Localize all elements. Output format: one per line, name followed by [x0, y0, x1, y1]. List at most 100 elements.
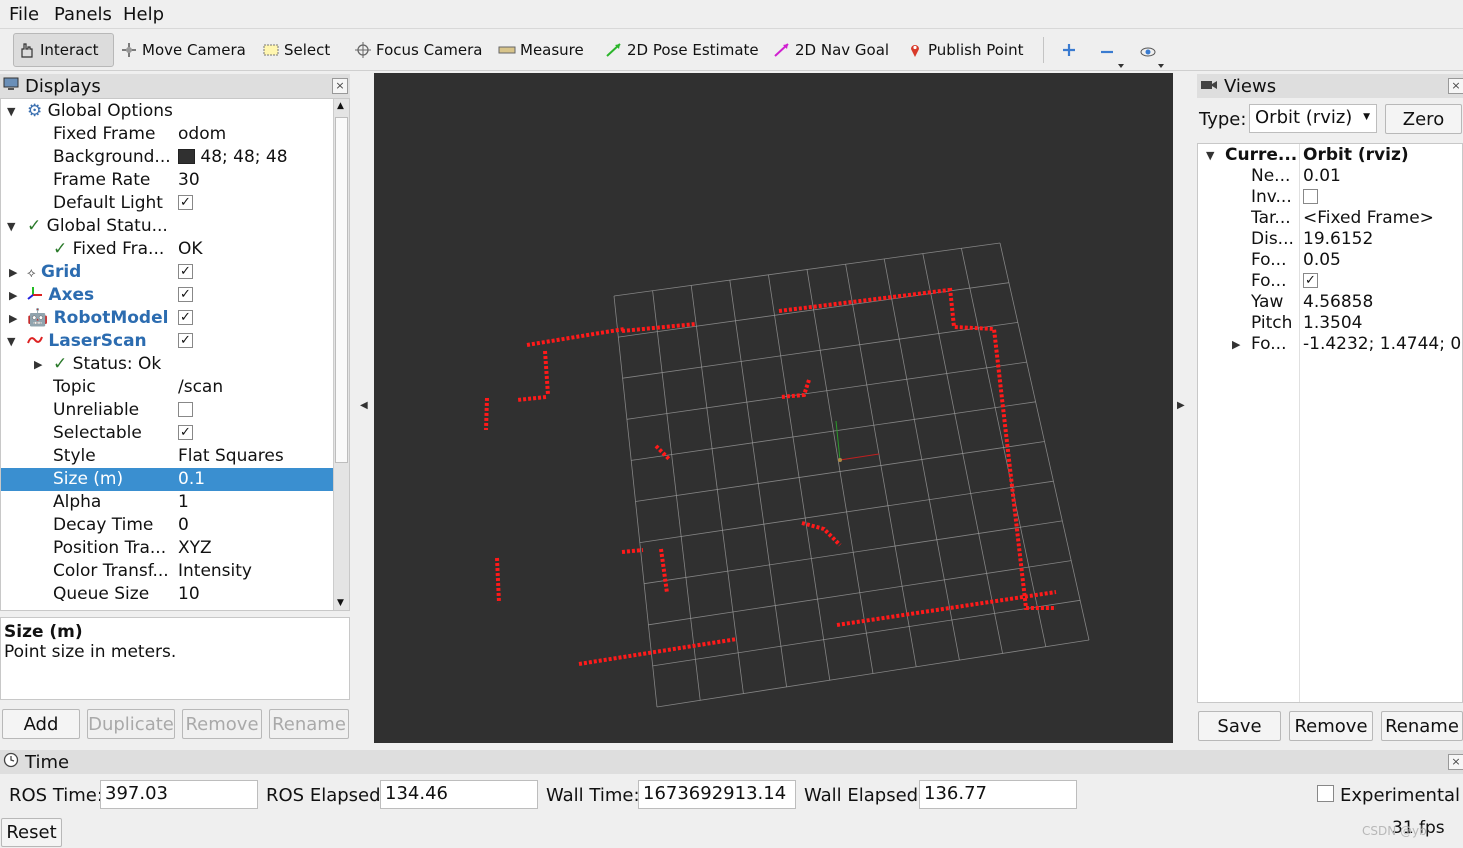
tree-row-axes[interactable]: ▶ Axes ✓	[1, 284, 334, 307]
view-row-focal-shape-size[interactable]: Fo... 0.05	[1198, 250, 1462, 271]
tree-row-decay-time[interactable]: Decay Time 0	[1, 514, 334, 537]
decay-time-value[interactable]: 0	[178, 514, 333, 537]
background-value[interactable]: 48; 48; 48	[178, 146, 333, 169]
ros-time-field[interactable]: 397.03	[100, 780, 258, 809]
menu-file[interactable]: File	[9, 4, 39, 25]
expand-arrow-icon[interactable]: ▼	[1206, 145, 1214, 166]
duplicate-display-button[interactable]: Duplicate	[87, 709, 175, 739]
tree-row-global-status[interactable]: ▼ ✓ Global Statu...	[1, 215, 334, 238]
view-row-yaw[interactable]: Yaw 4.56858	[1198, 292, 1462, 313]
tree-row-fixed-frame[interactable]: Fixed Frame odom	[1, 123, 334, 146]
view-row-invert-z[interactable]: Inv...	[1198, 187, 1462, 208]
remove-view-button[interactable]: Remove	[1289, 711, 1373, 741]
grid-checkbox[interactable]: ✓	[178, 263, 193, 279]
tree-row-grid[interactable]: ▶ ⟡ Grid ✓	[1, 261, 334, 284]
fixed-frame-value[interactable]: odom	[178, 123, 333, 146]
focal-shape-fixed-checkbox[interactable]: ✓	[1303, 272, 1318, 288]
measure-button[interactable]: Measure	[494, 33, 588, 67]
tree-row-default-light[interactable]: Default Light ✓	[1, 192, 334, 215]
collapse-arrow-icon[interactable]: ▶	[1232, 334, 1240, 355]
collapse-arrow-icon[interactable]: ▶	[34, 353, 42, 376]
near-clip-value[interactable]: 0.01	[1303, 166, 1462, 187]
add-tool-button[interactable]	[1056, 33, 1086, 67]
selectable-checkbox[interactable]: ✓	[178, 424, 193, 440]
views-tree[interactable]: ▼ Curre... Orbit (rviz) Ne... 0.01 Inv..…	[1197, 143, 1463, 703]
view-row-focal-point[interactable]: ▶ Fo... -1.4232; 1.4744; 0...	[1198, 334, 1462, 355]
view-row-current[interactable]: ▼ Curre... Orbit (rviz)	[1198, 145, 1462, 166]
remove-display-button[interactable]: Remove	[182, 709, 262, 739]
view-row-distance[interactable]: Dis... 19.6152	[1198, 229, 1462, 250]
axes-checkbox[interactable]: ✓	[178, 286, 193, 302]
tree-row-position-transformer[interactable]: Position Tra... XYZ	[1, 537, 334, 560]
view-type-select[interactable]: Orbit (rviz) ▼	[1249, 104, 1377, 133]
topic-value[interactable]: /scan	[178, 376, 333, 399]
pose-estimate-button[interactable]: 2D Pose Estimate	[601, 33, 763, 67]
frame-rate-value[interactable]: 30	[178, 169, 333, 192]
tree-row-selectable[interactable]: Selectable ✓	[1, 422, 334, 445]
interact-tool-button[interactable]: Interact	[13, 33, 114, 67]
reset-button[interactable]: Reset	[1, 818, 62, 847]
nav-goal-button[interactable]: 2D Nav Goal	[769, 33, 893, 67]
view-row-target-frame[interactable]: Tar... <Fixed Frame>	[1198, 208, 1462, 229]
menu-panels[interactable]: Panels	[54, 4, 112, 25]
collapse-arrow-icon[interactable]: ▶	[9, 261, 17, 284]
tree-row-laser-scan[interactable]: ▼ LaserScan ✓	[1, 330, 334, 353]
tree-row-color-transformer[interactable]: Color Transf... Intensity	[1, 560, 334, 583]
pitch-value[interactable]: 1.3504	[1303, 313, 1462, 334]
focal-shape-size-value[interactable]: 0.05	[1303, 250, 1462, 271]
laser-scan-checkbox[interactable]: ✓	[178, 332, 193, 348]
expand-arrow-icon[interactable]: ▼	[7, 330, 15, 353]
target-frame-value[interactable]: <Fixed Frame>	[1303, 208, 1462, 229]
zero-button[interactable]: Zero	[1385, 104, 1462, 134]
wall-elapsed-field[interactable]: 136.77	[919, 780, 1077, 809]
default-light-checkbox[interactable]: ✓	[178, 194, 193, 210]
focus-camera-button[interactable]: Focus Camera	[350, 33, 486, 67]
unreliable-checkbox[interactable]	[178, 401, 193, 417]
expand-arrow-icon[interactable]: ▼	[7, 100, 15, 123]
panel-visibility-button[interactable]	[1134, 33, 1164, 68]
view-row-focal-shape-fixed[interactable]: Fo... ✓	[1198, 271, 1462, 292]
close-icon[interactable]: ×	[332, 78, 348, 94]
tree-row-topic[interactable]: Topic /scan	[1, 376, 334, 399]
experimental-checkbox[interactable]	[1317, 785, 1334, 802]
view-row-pitch[interactable]: Pitch 1.3504	[1198, 313, 1462, 334]
publish-point-button[interactable]: Publish Point	[902, 33, 1027, 67]
tree-row-style[interactable]: Style Flat Squares	[1, 445, 334, 468]
scroll-down-arrow-icon[interactable]: ▼	[337, 598, 344, 608]
splitter-left-arrow-icon[interactable]: ◀	[360, 400, 368, 411]
collapse-arrow-icon[interactable]: ▶	[9, 284, 17, 307]
tree-row-robot-model[interactable]: ▶ 🤖 RobotModel ✓	[1, 307, 334, 330]
collapse-arrow-icon[interactable]: ▶	[9, 307, 17, 330]
render-viewport[interactable]	[374, 73, 1173, 743]
tree-row-fixed-frame-status[interactable]: ✓ Fixed Fra... OK	[1, 238, 334, 261]
tree-row-unreliable[interactable]: Unreliable	[1, 399, 334, 422]
invert-z-checkbox[interactable]	[1303, 188, 1318, 204]
add-display-button[interactable]: Add	[2, 709, 80, 739]
tree-row-size[interactable]: Size (m) 0.1	[1, 468, 334, 491]
scroll-thumb[interactable]	[335, 117, 348, 463]
robot-model-checkbox[interactable]: ✓	[178, 309, 193, 325]
save-view-button[interactable]: Save	[1198, 711, 1281, 741]
yaw-value[interactable]: 4.56858	[1303, 292, 1462, 313]
displays-tree[interactable]: ▼ ⚙ Global Options Fixed Frame odom Back…	[0, 98, 350, 611]
wall-time-field[interactable]: 1673692913.14	[638, 780, 796, 809]
focal-point-value[interactable]: -1.4232; 1.4744; 0...	[1303, 334, 1462, 355]
ros-elapsed-field[interactable]: 134.46	[380, 780, 538, 809]
menu-help[interactable]: Help	[123, 4, 164, 25]
close-icon[interactable]: ×	[1448, 78, 1463, 94]
move-camera-button[interactable]: Move Camera	[116, 33, 250, 67]
tree-row-queue-size[interactable]: Queue Size 10	[1, 583, 334, 606]
style-value[interactable]: Flat Squares	[178, 445, 333, 468]
distance-value[interactable]: 19.6152	[1303, 229, 1462, 250]
close-icon[interactable]: ×	[1448, 754, 1463, 770]
select-button[interactable]: Select	[258, 33, 334, 67]
tree-row-frame-rate[interactable]: Frame Rate 30	[1, 169, 334, 192]
splitter-right-arrow-icon[interactable]: ▶	[1177, 400, 1185, 411]
rename-display-button[interactable]: Rename	[269, 709, 349, 739]
expand-arrow-icon[interactable]: ▼	[7, 215, 15, 238]
queue-size-value[interactable]: 10	[178, 583, 333, 606]
tree-row-alpha[interactable]: Alpha 1	[1, 491, 334, 514]
alpha-value[interactable]: 1	[178, 491, 333, 514]
tree-row-laser-status[interactable]: ▶ ✓ Status: Ok	[1, 353, 334, 376]
scroll-up-arrow-icon[interactable]: ▲	[337, 101, 344, 111]
